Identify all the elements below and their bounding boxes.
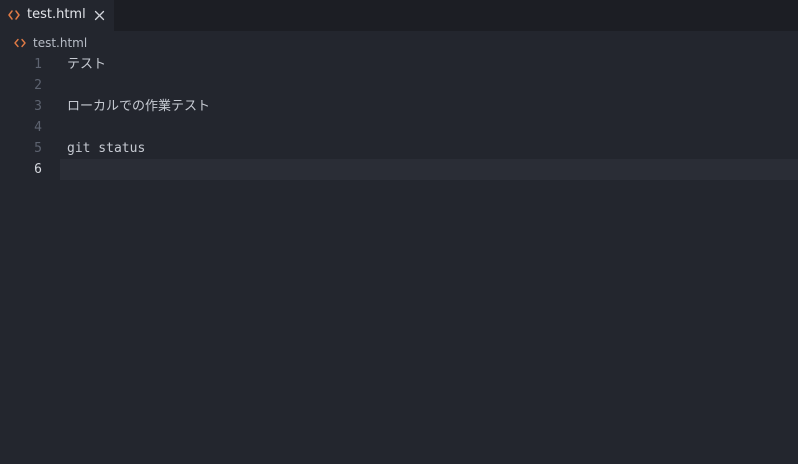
code-file-icon bbox=[8, 10, 20, 20]
close-icon[interactable] bbox=[93, 9, 106, 22]
line-text[interactable]: git status bbox=[67, 138, 145, 159]
editor-line[interactable]: 1 テスト bbox=[0, 54, 798, 75]
editor-line[interactable]: 4 bbox=[0, 117, 798, 138]
line-number: 6 bbox=[34, 162, 42, 177]
line-number: 2 bbox=[34, 78, 42, 93]
gutter: 2 bbox=[0, 75, 60, 96]
line-text[interactable]: テスト bbox=[67, 54, 106, 75]
line-text[interactable]: ローカルでの作業テスト bbox=[67, 96, 210, 117]
line-number: 1 bbox=[34, 57, 42, 72]
editor-line[interactable]: 3 ローカルでの作業テスト bbox=[0, 96, 798, 117]
gutter: 6 bbox=[0, 159, 60, 180]
gutter: 1 bbox=[0, 54, 60, 75]
editor-line[interactable]: 5 git status bbox=[0, 138, 798, 159]
gutter: 5 bbox=[0, 138, 60, 159]
gutter: 3 bbox=[0, 96, 60, 117]
gutter: 4 bbox=[0, 117, 60, 138]
editor-line[interactable]: 2 bbox=[0, 75, 798, 96]
breadcrumb: test.html bbox=[0, 31, 798, 54]
tab-test-html[interactable]: test.html bbox=[0, 0, 114, 31]
editor-line-current[interactable]: 6 bbox=[0, 159, 798, 180]
line-number: 4 bbox=[34, 120, 42, 135]
code-file-icon bbox=[14, 38, 26, 48]
tab-bar: test.html bbox=[0, 0, 798, 31]
breadcrumb-file[interactable]: test.html bbox=[33, 35, 87, 51]
tab-label: test.html bbox=[27, 7, 86, 22]
line-number: 5 bbox=[34, 141, 42, 156]
code-editor[interactable]: 1 テスト 2 3 ローカルでの作業テスト 4 5 git status 6 bbox=[0, 54, 798, 464]
editor-window: test.html test.html 1 テスト 2 3 ローカルでの作業テス… bbox=[0, 0, 798, 464]
line-number: 3 bbox=[34, 99, 42, 114]
